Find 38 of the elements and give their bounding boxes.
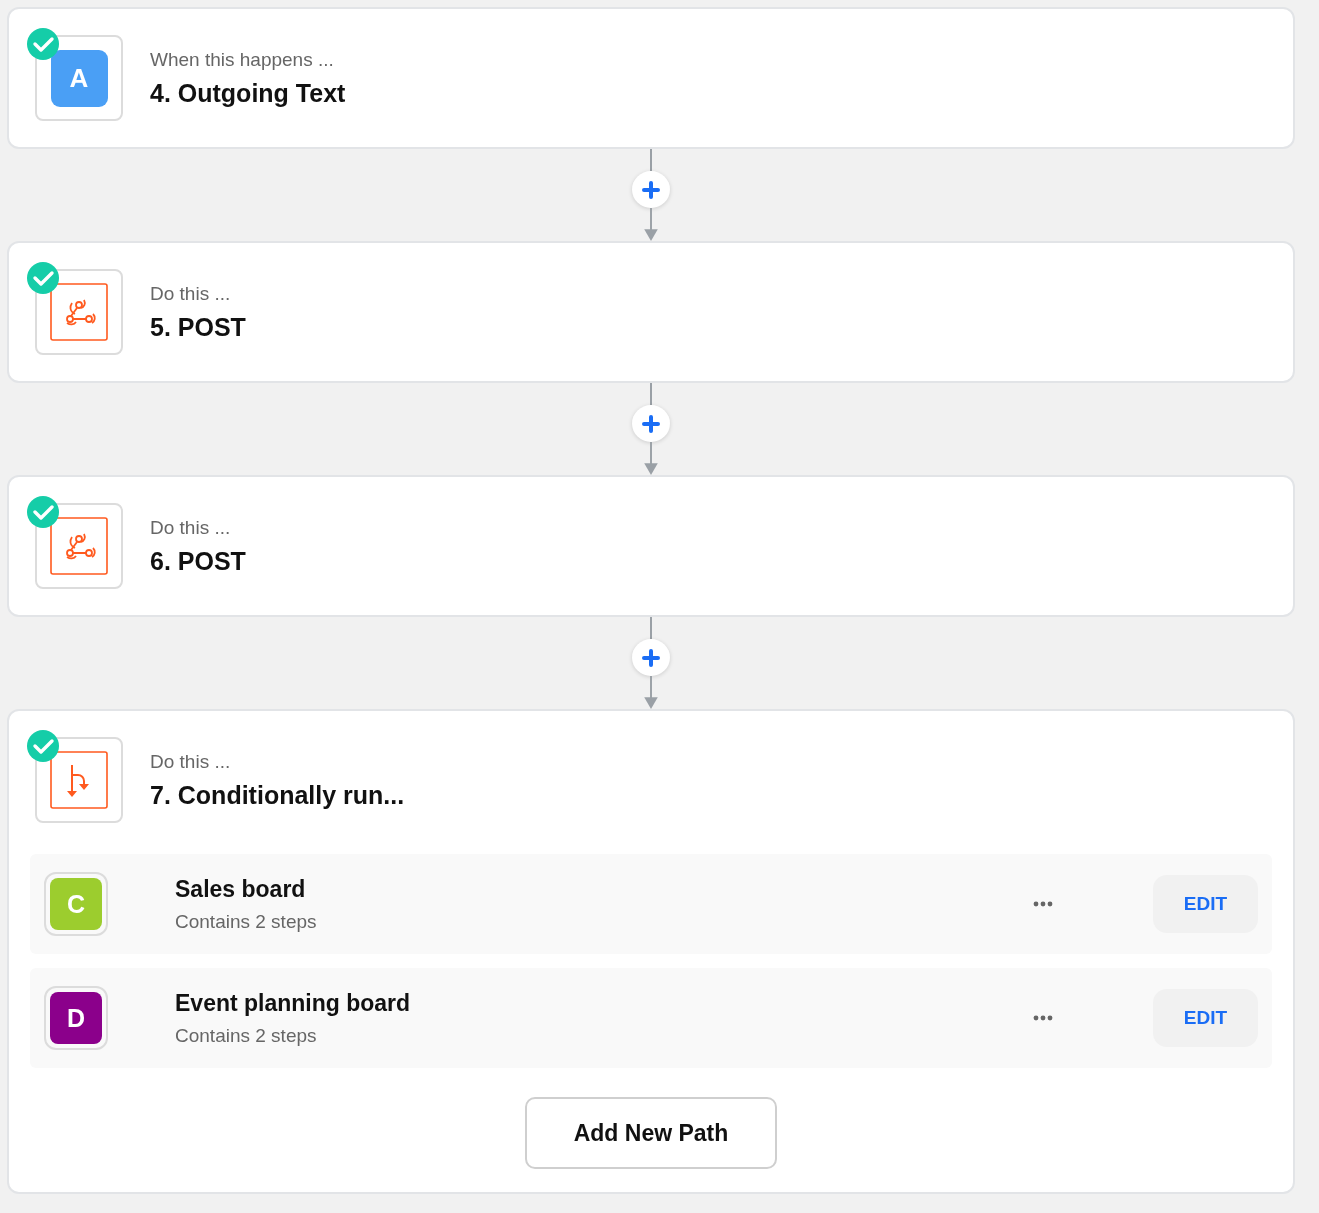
path-row[interactable]: C Sales board Contains 2 steps EDIT xyxy=(30,854,1272,954)
step-title: 6. POST xyxy=(150,546,246,576)
step-card[interactable]: A When this happens ... 4. Outgoing Text xyxy=(7,7,1295,149)
add-step-button[interactable] xyxy=(632,639,670,677)
step-card[interactable]: Do this ... 5. POST xyxy=(7,241,1295,383)
add-step-button[interactable] xyxy=(632,171,670,209)
path-detail: Contains 2 steps xyxy=(175,910,318,933)
edit-button[interactable]: EDIT xyxy=(1153,989,1258,1047)
path-detail: Contains 2 steps xyxy=(175,1024,318,1047)
plus-icon xyxy=(642,180,660,199)
more-icon xyxy=(1033,901,1053,907)
plus-icon xyxy=(642,414,660,433)
step-card[interactable]: Do this ... 6. POST xyxy=(7,475,1295,617)
arrow-icon xyxy=(643,442,659,475)
arrow-icon xyxy=(643,208,659,241)
step-label: When this happens ... xyxy=(150,48,335,71)
step-title: 4. Outgoing Text xyxy=(150,78,346,108)
branch-icon xyxy=(50,751,108,809)
app-logo: D xyxy=(50,992,102,1044)
path-name: Sales board xyxy=(175,875,307,903)
path-row[interactable]: D Event planning board Contains 2 steps EDIT xyxy=(30,968,1272,1068)
step-title: 5. POST xyxy=(150,312,246,342)
add-path-button[interactable]: Add New Path xyxy=(525,1097,777,1169)
app-logo: C xyxy=(50,878,102,930)
arrow-icon xyxy=(643,676,659,709)
add-step-button[interactable] xyxy=(632,405,670,443)
step-label: Do this ... xyxy=(150,750,232,773)
step-label: Do this ... xyxy=(150,516,232,539)
path-name: Event planning board xyxy=(175,989,412,1017)
step-title: 7. Conditionally run... xyxy=(150,780,405,810)
step-label: Do this ... xyxy=(150,282,232,305)
webhook-icon xyxy=(50,517,108,575)
edit-button[interactable]: EDIT xyxy=(1153,875,1258,933)
step-card[interactable]: Do this ... 7. Conditionally run... C Sales board Contains 2 steps EDIT D Event planning board Contains 2 steps EDIT Add New Path xyxy=(7,709,1295,1194)
app-logo: A xyxy=(50,49,108,107)
webhook-icon xyxy=(50,283,108,341)
more-icon xyxy=(1033,1015,1053,1021)
plus-icon xyxy=(642,648,660,667)
